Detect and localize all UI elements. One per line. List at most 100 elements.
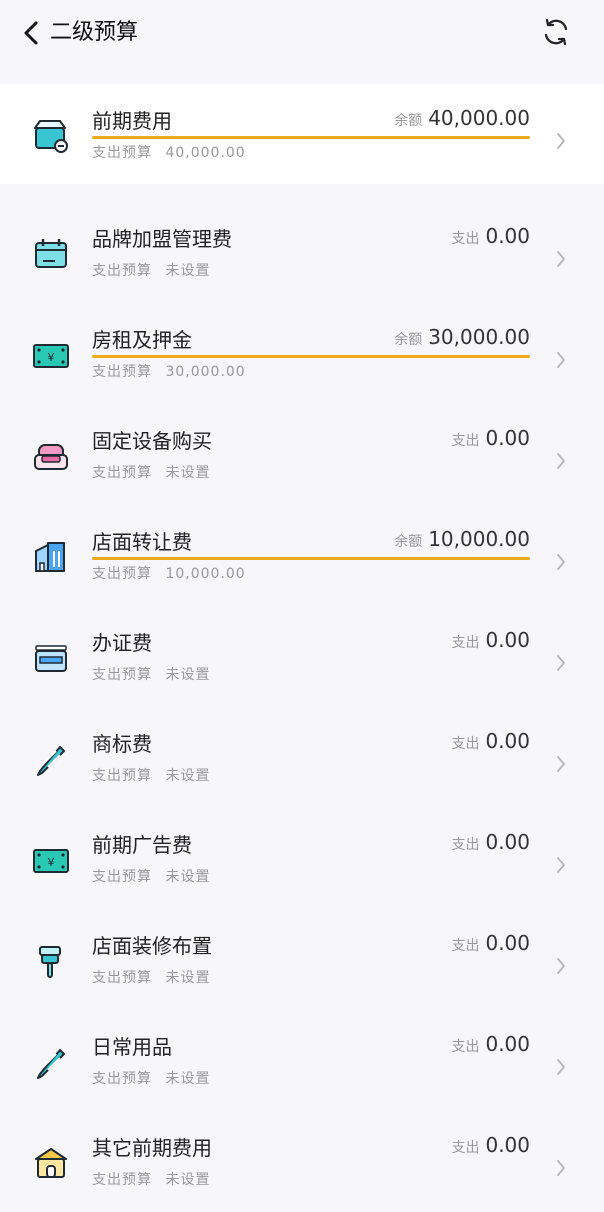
- item-name: 店面装修布置: [92, 934, 212, 958]
- amount-value: 0.00: [485, 1133, 530, 1157]
- amount-value: 10,000.00: [428, 527, 530, 551]
- budget-item[interactable]: 店面装修布置 支出 0.00 支出预算 未设置: [0, 909, 604, 1010]
- budget-item[interactable]: 前期费用 余额 40,000.00 支出预算 40,000.00: [0, 84, 604, 184]
- budget-progress-bar: [92, 136, 530, 139]
- amount-wrap: 支出 0.00: [451, 830, 530, 854]
- amount-wrap: 余额 30,000.00: [394, 325, 530, 349]
- budget-item[interactable]: ¥ 前期广告费 支出 0.00 支出预算 未设置: [0, 808, 604, 909]
- money-bill-icon: ¥: [28, 333, 74, 379]
- amount-label: 余额: [394, 332, 423, 348]
- budget-label: 支出预算: [92, 768, 152, 784]
- amount-wrap: 支出 0.00: [451, 426, 530, 450]
- budget-value: 未设置: [165, 768, 211, 784]
- refresh-button[interactable]: [538, 14, 574, 50]
- amount-label: 支出: [451, 837, 480, 853]
- budget-label: 支出预算: [92, 364, 152, 380]
- amount-label: 支出: [451, 736, 480, 752]
- budget-value: 未设置: [165, 970, 211, 986]
- budget-label: 支出预算: [92, 263, 152, 279]
- budget-subtitle: 支出预算 40,000.00: [92, 144, 246, 162]
- budget-subtitle: 支出预算 未设置: [92, 1171, 210, 1189]
- amount-label: 余额: [394, 534, 423, 550]
- budget-label: 支出预算: [92, 869, 152, 885]
- chevron-right-icon: [554, 652, 568, 674]
- budget-value: 未设置: [165, 465, 211, 481]
- amount-label: 支出: [451, 433, 480, 449]
- budget-subtitle: 支出预算 未设置: [92, 767, 210, 785]
- amount-wrap: 支出 0.00: [451, 224, 530, 248]
- amount-value: 0.00: [485, 931, 530, 955]
- budget-item[interactable]: 商标费 支出 0.00 支出预算 未设置: [0, 707, 604, 808]
- pencil-icon: [28, 737, 74, 783]
- budget-label: 支出预算: [92, 970, 152, 986]
- amount-wrap: 支出 0.00: [451, 729, 530, 753]
- budget-value: 未设置: [165, 869, 211, 885]
- calendar-icon: [28, 232, 74, 278]
- budget-value: 未设置: [165, 667, 211, 683]
- shop-icon: [28, 114, 74, 160]
- card-icon: [28, 636, 74, 682]
- amount-label: 支出: [451, 231, 480, 247]
- amount-value: 40,000.00: [428, 106, 530, 130]
- svg-text:¥: ¥: [48, 351, 55, 364]
- svg-text:¥: ¥: [48, 856, 55, 869]
- chevron-right-icon: [554, 551, 568, 573]
- budget-value: 40,000.00: [165, 145, 246, 161]
- budget-subtitle: 支出预算 30,000.00: [92, 363, 246, 381]
- budget-label: 支出预算: [92, 465, 152, 481]
- budget-item[interactable]: 日常用品 支出 0.00 支出预算 未设置: [0, 1010, 604, 1111]
- budget-item[interactable]: 办证费 支出 0.00 支出预算 未设置: [0, 606, 604, 707]
- back-button[interactable]: [18, 18, 44, 48]
- budget-subtitle: 支出预算 未设置: [92, 666, 210, 684]
- amount-wrap: 余额 10,000.00: [394, 527, 530, 551]
- item-name: 固定设备购买: [92, 429, 212, 453]
- budget-item[interactable]: 其它前期费用 支出 0.00 支出预算 未设置: [0, 1111, 604, 1212]
- amount-wrap: 支出 0.00: [451, 1133, 530, 1157]
- budget-subtitle: 支出预算 10,000.00: [92, 565, 246, 583]
- amount-wrap: 支出 0.00: [451, 1032, 530, 1056]
- amount-label: 支出: [451, 1140, 480, 1156]
- budget-item[interactable]: 店面转让费 余额 10,000.00 支出预算 10,000.00: [0, 505, 604, 606]
- budget-label: 支出预算: [92, 566, 152, 582]
- sofa-icon: [28, 434, 74, 480]
- amount-label: 支出: [451, 635, 480, 651]
- top-bar: 二级预算: [0, 0, 604, 66]
- budget-label: 支出预算: [92, 1172, 152, 1188]
- budget-label: 支出预算: [92, 1071, 152, 1087]
- budget-value: 30,000.00: [165, 364, 246, 380]
- chevron-right-icon: [554, 450, 568, 472]
- budget-label: 支出预算: [92, 667, 152, 683]
- amount-wrap: 支出 0.00: [451, 628, 530, 652]
- item-name: 日常用品: [92, 1035, 172, 1059]
- amount-value: 0.00: [485, 830, 530, 854]
- chevron-right-icon: [554, 349, 568, 371]
- chevron-right-icon: [554, 955, 568, 977]
- budget-subtitle: 支出预算 未设置: [92, 1070, 210, 1088]
- chevron-left-icon: [24, 21, 38, 45]
- budget-progress-bar: [92, 557, 530, 560]
- amount-label: 支出: [451, 1039, 480, 1055]
- amount-value: 0.00: [485, 1032, 530, 1056]
- chevron-right-icon: [554, 854, 568, 876]
- chevron-right-icon: [554, 130, 568, 152]
- chevron-right-icon: [554, 1056, 568, 1078]
- budget-value: 未设置: [165, 263, 211, 279]
- amount-label: 支出: [451, 938, 480, 954]
- budget-item[interactable]: 品牌加盟管理费 支出 0.00 支出预算 未设置: [0, 202, 604, 303]
- amount-value: 0.00: [485, 628, 530, 652]
- refresh-icon: [544, 18, 568, 46]
- item-name: 商标费: [92, 732, 152, 756]
- building-icon: [28, 535, 74, 581]
- budget-value: 10,000.00: [165, 566, 246, 582]
- item-name: 前期广告费: [92, 833, 192, 857]
- budget-item[interactable]: 固定设备购买 支出 0.00 支出预算 未设置: [0, 404, 604, 505]
- page-title: 二级预算: [50, 20, 139, 45]
- budget-progress-bar: [92, 355, 530, 358]
- amount-wrap: 余额 40,000.00: [394, 106, 530, 130]
- item-name: 房租及押金: [92, 328, 192, 352]
- budget-value: 未设置: [165, 1172, 211, 1188]
- pencil-icon: [28, 1040, 74, 1086]
- budget-subtitle: 支出预算 未设置: [92, 262, 210, 280]
- budget-item[interactable]: ¥ 房租及押金 余额 30,000.00 支出预算 30,000.00: [0, 303, 604, 404]
- budget-list: 前期费用 余额 40,000.00 支出预算 40,000.00 品牌加盟管理费…: [0, 84, 604, 1212]
